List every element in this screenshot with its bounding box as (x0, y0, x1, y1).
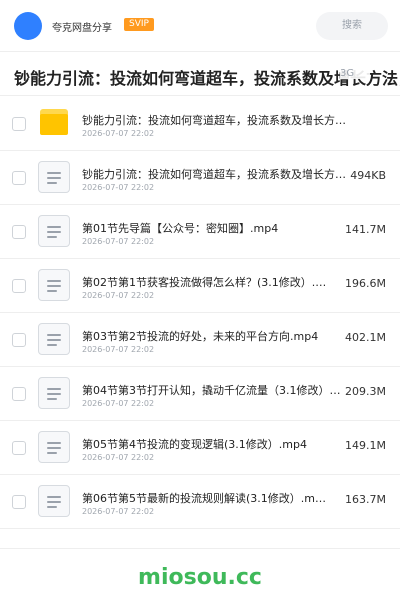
list-item[interactable]: 钞能力引流：投流如何弯道超车，投流系数及增长方法，… 2026-07-07 22… (0, 97, 400, 151)
title-size-hint: 3G (340, 68, 370, 79)
file-size: 149.1M (345, 439, 386, 452)
document-icon (38, 269, 70, 301)
document-icon (38, 485, 70, 517)
file-size: 163.7M (345, 493, 386, 506)
file-name[interactable]: 第02节第1节获客投流做得怎么样？(3.1修改）.… (82, 274, 346, 290)
search-button[interactable]: 搜索 (316, 12, 388, 40)
document-icon (38, 215, 70, 247)
row-checkbox[interactable] (12, 225, 26, 239)
list-item[interactable]: 第03节第2节投流的好处，未来的平台方向.mp4 2026-07-07 22:0… (0, 313, 400, 367)
file-date: 2026-07-07 22:02 (82, 507, 155, 516)
list-item[interactable]: 第01节先导篇【公众号：密知圈】.mp4 2026-07-07 22:02 14… (0, 205, 400, 259)
row-checkbox[interactable] (12, 333, 26, 347)
list-item[interactable]: 钞能力引流：投流如何弯道超车，投流系数及增长方法，创… 2026-07-07 2… (0, 151, 400, 205)
list-item[interactable]: 第06节第5节最新的投流规则解读(3.1修改）.m… 2026-07-07 22… (0, 475, 400, 529)
file-date: 2026-07-07 22:02 (82, 237, 155, 246)
svip-badge: SVIP (124, 18, 154, 31)
file-date: 2026-07-07 22:02 (82, 291, 155, 300)
share-header: 夸克网盘分享 SVIP 搜索 (0, 0, 400, 52)
file-name[interactable]: 钞能力引流：投流如何弯道超车，投流系数及增长方法，创… (82, 166, 346, 182)
file-name[interactable]: 第04节第3节打开认知，撬动千亿流量（3.1修改）… (82, 382, 346, 398)
file-size: 196.6M (345, 277, 386, 290)
row-checkbox[interactable] (12, 279, 26, 293)
row-checkbox[interactable] (12, 495, 26, 509)
file-size: 402.1M (345, 331, 386, 344)
list-item[interactable]: 第04节第3节打开认知，撬动千亿流量（3.1修改）… 2026-07-07 22… (0, 367, 400, 421)
footer: miosou.cc (0, 548, 400, 600)
watermark: miosou.cc (138, 565, 262, 590)
owner-name: 夸克网盘分享 (52, 23, 112, 34)
file-list: 钞能力引流：投流如何弯道超车，投流系数及增长方法，… 2026-07-07 22… (0, 97, 400, 529)
share-title-bar: 钞能力引流：投流如何弯道超车，投流系数及增长方法，创 3G (0, 52, 400, 96)
row-checkbox[interactable] (12, 387, 26, 401)
avatar[interactable] (14, 12, 42, 40)
file-date: 2026-07-07 22:02 (82, 345, 155, 354)
list-item[interactable]: 第05节第4节投流的变现逻辑(3.1修改）.mp4 2026-07-07 22:… (0, 421, 400, 475)
file-name[interactable]: 第06节第5节最新的投流规则解读(3.1修改）.m… (82, 490, 346, 506)
file-date: 2026-07-07 22:02 (82, 183, 155, 192)
file-name[interactable]: 第05节第4节投流的变现逻辑(3.1修改）.mp4 (82, 436, 346, 452)
file-size: 209.3M (345, 385, 386, 398)
row-checkbox[interactable] (12, 117, 26, 131)
file-size: 494KB (350, 169, 386, 182)
file-name[interactable]: 钞能力引流：投流如何弯道超车，投流系数及增长方法，… (82, 112, 346, 128)
file-size: 141.7M (345, 223, 386, 236)
file-name[interactable]: 第01节先导篇【公众号：密知圈】.mp4 (82, 220, 346, 236)
document-icon (38, 431, 70, 463)
file-date: 2026-07-07 22:02 (82, 399, 155, 408)
file-date: 2026-07-07 22:02 (82, 129, 155, 138)
folder-icon (40, 109, 68, 135)
document-icon (38, 161, 70, 193)
document-icon (38, 323, 70, 355)
row-checkbox[interactable] (12, 441, 26, 455)
document-icon (38, 377, 70, 409)
list-item[interactable]: 第02节第1节获客投流做得怎么样？(3.1修改）.… 2026-07-07 22… (0, 259, 400, 313)
file-name[interactable]: 第03节第2节投流的好处，未来的平台方向.mp4 (82, 328, 346, 344)
file-date: 2026-07-07 22:02 (82, 453, 155, 462)
row-checkbox[interactable] (12, 171, 26, 185)
